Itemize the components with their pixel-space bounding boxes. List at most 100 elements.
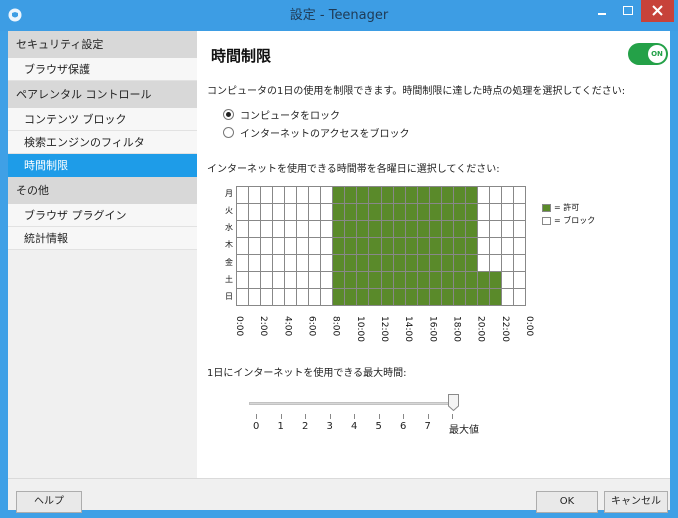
schedule-cell[interactable] — [249, 238, 262, 255]
max-time-slider-track[interactable] — [249, 402, 459, 405]
sidebar-item-search-filter[interactable]: 検索エンジンのフィルタ — [8, 131, 197, 154]
schedule-cell[interactable] — [369, 187, 382, 204]
schedule-cell[interactable] — [369, 221, 382, 238]
schedule-cell[interactable] — [393, 289, 406, 306]
schedule-cell[interactable] — [441, 187, 454, 204]
schedule-cell[interactable] — [333, 221, 346, 238]
schedule-cell[interactable] — [477, 187, 490, 204]
schedule-cell[interactable] — [321, 221, 334, 238]
schedule-grid[interactable] — [236, 186, 526, 306]
schedule-cell[interactable] — [261, 204, 274, 221]
schedule-cell[interactable] — [261, 221, 274, 238]
time-limit-toggle[interactable]: ON — [628, 43, 668, 65]
schedule-cell[interactable] — [273, 187, 286, 204]
schedule-cell[interactable] — [369, 289, 382, 306]
schedule-cell[interactable] — [465, 238, 478, 255]
schedule-cell[interactable] — [453, 221, 466, 238]
schedule-cell[interactable] — [357, 204, 370, 221]
schedule-cell[interactable] — [285, 221, 298, 238]
schedule-cell[interactable] — [477, 272, 490, 289]
schedule-cell[interactable] — [381, 272, 394, 289]
schedule-cell[interactable] — [429, 221, 442, 238]
schedule-cell[interactable] — [285, 272, 298, 289]
minimize-button[interactable] — [589, 0, 615, 22]
schedule-cell[interactable] — [285, 255, 298, 272]
sidebar-item-browser-plugins[interactable]: ブラウザ プラグイン — [8, 204, 197, 227]
schedule-cell[interactable] — [285, 289, 298, 306]
schedule-cell[interactable] — [453, 272, 466, 289]
schedule-cell[interactable] — [441, 255, 454, 272]
schedule-cell[interactable] — [333, 289, 346, 306]
schedule-cell[interactable] — [429, 255, 442, 272]
schedule-cell[interactable] — [345, 221, 358, 238]
radio-button[interactable] — [223, 126, 234, 138]
schedule-cell[interactable] — [417, 221, 430, 238]
schedule-cell[interactable] — [501, 187, 514, 204]
schedule-cell[interactable] — [273, 238, 286, 255]
maximize-button[interactable] — [615, 0, 641, 22]
schedule-cell[interactable] — [381, 187, 394, 204]
schedule-cell[interactable] — [237, 187, 250, 204]
ok-button[interactable]: OK — [536, 491, 598, 513]
schedule-cell[interactable] — [465, 187, 478, 204]
schedule-cell[interactable] — [369, 238, 382, 255]
schedule-cell[interactable] — [513, 204, 526, 221]
schedule-cell[interactable] — [405, 289, 418, 306]
schedule-cell[interactable] — [261, 238, 274, 255]
schedule-cell[interactable] — [405, 238, 418, 255]
radio-button-selected[interactable] — [223, 108, 234, 120]
schedule-cell[interactable] — [237, 289, 250, 306]
schedule-cell[interactable] — [393, 238, 406, 255]
schedule-cell[interactable] — [465, 272, 478, 289]
schedule-cell[interactable] — [357, 289, 370, 306]
schedule-cell[interactable] — [297, 221, 310, 238]
schedule-cell[interactable] — [321, 187, 334, 204]
schedule-cell[interactable] — [477, 255, 490, 272]
schedule-cell[interactable] — [273, 272, 286, 289]
schedule-cell[interactable] — [357, 255, 370, 272]
schedule-cell[interactable] — [261, 255, 274, 272]
schedule-cell[interactable] — [369, 204, 382, 221]
schedule-cell[interactable] — [297, 187, 310, 204]
cancel-button[interactable]: キャンセル — [604, 491, 668, 513]
schedule-cell[interactable] — [393, 187, 406, 204]
schedule-cell[interactable] — [453, 187, 466, 204]
schedule-cell[interactable] — [501, 221, 514, 238]
sidebar-section-security[interactable]: セキュリティ設定 — [8, 31, 197, 58]
schedule-cell[interactable] — [333, 238, 346, 255]
sidebar-item-content-block[interactable]: コンテンツ ブロック — [8, 108, 197, 131]
schedule-cell[interactable] — [237, 255, 250, 272]
schedule-cell[interactable] — [321, 272, 334, 289]
schedule-cell[interactable] — [453, 289, 466, 306]
schedule-cell[interactable] — [285, 204, 298, 221]
sidebar-section-parental-control[interactable]: ペアレンタル コントロール — [8, 81, 197, 108]
schedule-cell[interactable] — [477, 289, 490, 306]
schedule-cell[interactable] — [309, 255, 322, 272]
schedule-cell[interactable] — [261, 187, 274, 204]
schedule-cell[interactable] — [309, 187, 322, 204]
schedule-cell[interactable] — [513, 289, 526, 306]
schedule-cell[interactable] — [513, 272, 526, 289]
schedule-cell[interactable] — [333, 272, 346, 289]
schedule-cell[interactable] — [333, 204, 346, 221]
schedule-cell[interactable] — [381, 238, 394, 255]
schedule-cell[interactable] — [345, 204, 358, 221]
schedule-cell[interactable] — [249, 255, 262, 272]
schedule-cell[interactable] — [237, 204, 250, 221]
schedule-cell[interactable] — [417, 187, 430, 204]
schedule-cell[interactable] — [333, 255, 346, 272]
schedule-cell[interactable] — [381, 221, 394, 238]
schedule-cell[interactable] — [489, 187, 502, 204]
schedule-cell[interactable] — [477, 238, 490, 255]
schedule-cell[interactable] — [297, 238, 310, 255]
schedule-cell[interactable] — [501, 289, 514, 306]
schedule-cell[interactable] — [261, 289, 274, 306]
schedule-cell[interactable] — [309, 204, 322, 221]
schedule-cell[interactable] — [321, 289, 334, 306]
schedule-cell[interactable] — [297, 289, 310, 306]
schedule-cell[interactable] — [477, 221, 490, 238]
schedule-cell[interactable] — [513, 238, 526, 255]
schedule-cell[interactable] — [417, 289, 430, 306]
schedule-cell[interactable] — [417, 255, 430, 272]
schedule-cell[interactable] — [381, 204, 394, 221]
